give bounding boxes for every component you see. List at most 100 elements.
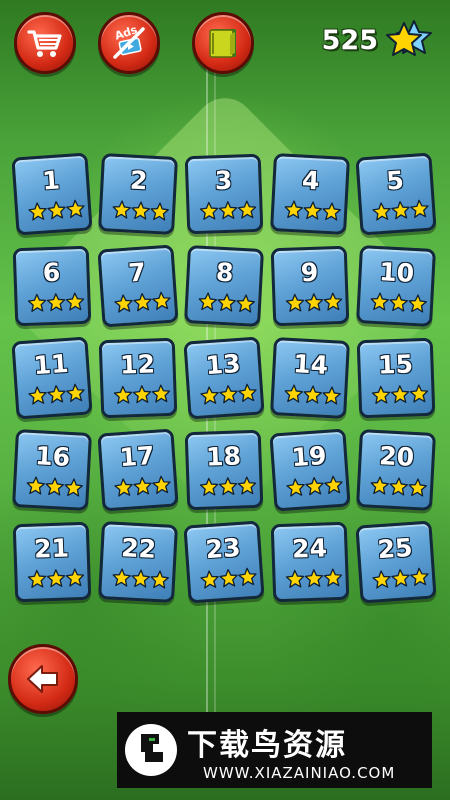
star-icon	[304, 293, 324, 317]
level-number: 23	[204, 532, 242, 565]
star-icon	[371, 385, 391, 409]
star-icon	[409, 567, 430, 591]
star-icon	[321, 202, 341, 226]
level-number: 9	[300, 257, 319, 288]
star-icon	[305, 476, 326, 500]
star-icon	[388, 293, 408, 317]
star-icon	[65, 568, 85, 592]
level-stars	[286, 475, 344, 502]
level-tile-7[interactable]: 7	[97, 244, 179, 328]
star-icon	[409, 384, 429, 408]
level-tile-9[interactable]: 9	[270, 245, 350, 327]
score-value: 525	[321, 24, 378, 56]
level-number: 21	[33, 533, 70, 564]
star-icon	[46, 569, 66, 593]
level-number: 25	[376, 532, 414, 565]
level-stars	[369, 476, 427, 502]
level-tile-3[interactable]: 3	[184, 153, 264, 235]
level-tile-11[interactable]: 11	[11, 336, 93, 420]
star-icon	[114, 477, 135, 501]
level-tile-12[interactable]: 12	[98, 337, 178, 419]
level-stars	[114, 475, 172, 502]
level-number: 8	[215, 257, 235, 288]
level-tile-13[interactable]: 13	[183, 336, 265, 420]
book-button[interactable]	[192, 12, 254, 74]
level-tile-19[interactable]: 19	[269, 428, 351, 512]
score-display: 525	[322, 18, 436, 62]
star-icon	[283, 384, 303, 408]
level-stars	[111, 200, 169, 226]
level-tile-20[interactable]: 20	[356, 429, 436, 511]
star-icon	[237, 567, 258, 591]
level-tile-23[interactable]: 23	[183, 520, 265, 604]
level-tile-4[interactable]: 4	[270, 153, 350, 235]
level-stars	[369, 292, 427, 318]
star-icon	[151, 384, 171, 408]
back-button[interactable]	[8, 644, 78, 714]
level-tile-2[interactable]: 2	[98, 153, 178, 235]
level-tile-15[interactable]: 15	[356, 337, 436, 419]
level-tile-21[interactable]: 21	[12, 521, 92, 603]
star-icon	[25, 476, 45, 500]
book-icon	[209, 29, 236, 58]
level-tile-14[interactable]: 14	[270, 337, 350, 419]
level-number: 10	[378, 257, 415, 288]
level-stars	[28, 199, 86, 226]
star-icon	[323, 292, 343, 316]
level-tile-22[interactable]: 22	[98, 521, 178, 603]
star-icon	[65, 383, 86, 407]
level-stars	[283, 384, 341, 410]
level-tile-16[interactable]: 16	[12, 429, 92, 511]
level-stars	[28, 383, 86, 410]
level-tile-17[interactable]: 17	[97, 428, 179, 512]
level-stars	[285, 292, 343, 317]
star-icon	[372, 569, 393, 593]
level-tile-5[interactable]: 5	[355, 152, 437, 236]
star-icon	[219, 384, 240, 408]
level-number: 1	[41, 165, 61, 196]
star-icon	[200, 569, 221, 593]
star-icon	[369, 476, 389, 500]
level-number: 15	[377, 349, 414, 380]
level-number: 11	[32, 348, 70, 381]
level-tile-25[interactable]: 25	[355, 520, 437, 604]
level-stars	[25, 476, 83, 502]
level-tile-8[interactable]: 8	[184, 245, 264, 327]
level-number: 6	[42, 257, 61, 288]
level-grid: 1 2 3 4 5 6 7 8 9 10 11 12 13 14 15 16 17 18 19 20 21 22 23 24 2…	[11, 152, 437, 604]
star-icon	[407, 478, 427, 502]
star-icon	[304, 569, 324, 593]
level-tile-24[interactable]: 24	[270, 521, 350, 603]
star-icon	[28, 385, 49, 409]
level-number: 2	[129, 165, 149, 196]
star-icon	[391, 200, 412, 224]
level-number: 18	[205, 441, 242, 472]
star-icon	[391, 568, 412, 592]
star-icon	[47, 200, 68, 224]
level-number: 7	[127, 257, 147, 288]
star-icon	[237, 476, 257, 500]
shop-button[interactable]	[14, 12, 76, 74]
level-number: 12	[119, 349, 156, 380]
level-tile-18[interactable]: 18	[184, 429, 264, 511]
level-stars	[197, 292, 255, 318]
level-stars	[200, 567, 258, 594]
star-icon	[130, 201, 150, 225]
star-icon	[65, 199, 86, 223]
star-icon	[237, 383, 258, 407]
star-icon	[111, 568, 131, 592]
star-icon	[27, 569, 47, 593]
level-stars	[283, 200, 341, 226]
star-icon	[286, 477, 307, 501]
star-icon	[369, 292, 389, 316]
star-icon	[63, 478, 83, 502]
level-number: 3	[214, 165, 233, 196]
star-icon	[133, 476, 154, 500]
star-icon	[216, 293, 236, 317]
star-icon	[388, 477, 408, 501]
level-tile-6[interactable]: 6	[12, 245, 92, 327]
level-tile-10[interactable]: 10	[356, 245, 436, 327]
level-tile-1[interactable]: 1	[11, 152, 93, 236]
no-ads-button[interactable]: Ads	[98, 12, 160, 74]
star-icon	[321, 386, 341, 410]
